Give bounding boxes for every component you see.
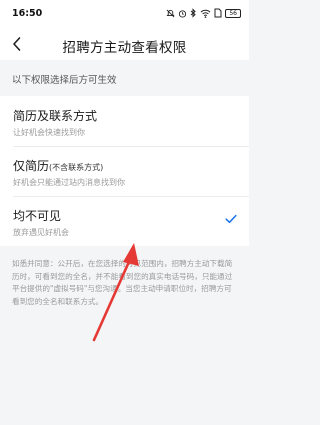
status-icons: 56: [166, 7, 241, 19]
option-resume-and-contact[interactable]: 简历及联系方式 让好机会快速找到你: [0, 96, 249, 146]
status-bar: 16:50 56: [0, 0, 249, 28]
option-invisible[interactable]: 均不可见 放弃遇见好机会: [0, 196, 249, 246]
option-title: 简历及联系方式: [13, 109, 98, 123]
option-resume-only[interactable]: 仅简历(不含联系方式) 好机会只能通过站内消息找到你: [0, 146, 249, 196]
status-time: 16:50: [12, 8, 43, 19]
visibility-notice: 如悉并同意：公开后，在您选择的可见范围内，招聘方主动下载简历时，可看到您的全名，…: [12, 259, 233, 306]
permission-options: 简历及联系方式 让好机会快速找到你 仅简历(不含联系方式) 好机会只能通过站内消…: [0, 96, 249, 246]
option-title: 仅简历(不含联系方式): [13, 159, 104, 173]
check-icon: [225, 214, 237, 224]
page-title: 招聘方主动查看权限: [62, 40, 187, 56]
alarm-icon: [179, 9, 187, 18]
option-title: 均不可见: [13, 209, 62, 223]
option-subtitle: 让好机会快速找到你: [13, 128, 85, 137]
nav-bar: 招聘方主动查看权限: [0, 28, 249, 60]
bluetooth-icon: [191, 8, 197, 18]
option-subtitle: 放弃遇见好机会: [13, 228, 69, 237]
option-subtitle: 好机会只能通过站内消息找到你: [13, 178, 125, 187]
battery-icon: 56: [225, 8, 241, 18]
permission-hint: 以下权限选择后方可生效: [12, 75, 117, 86]
sim-icon: [214, 8, 222, 18]
wifi-icon: [201, 9, 211, 18]
notification-mute-icon: [166, 9, 175, 17]
